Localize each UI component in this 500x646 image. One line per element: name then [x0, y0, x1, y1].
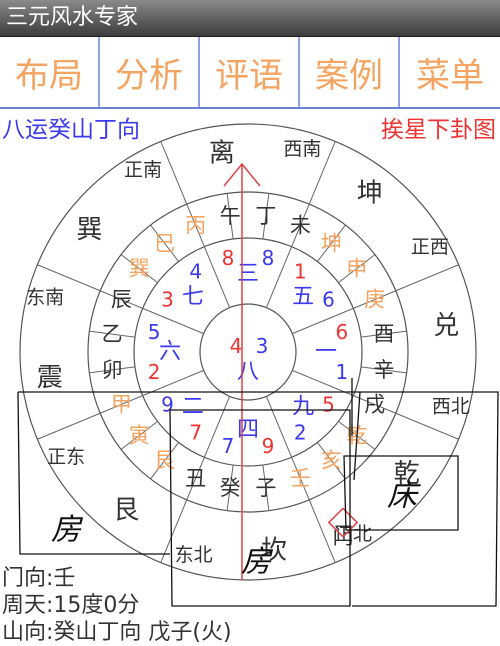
trigram-label: 震 — [37, 363, 63, 393]
direction-label: 西南 — [283, 138, 321, 160]
mountain-label: 乙 — [102, 322, 123, 346]
outer-divider — [395, 264, 459, 292]
mountain-star: 9 — [262, 434, 275, 458]
mountain-label: 戌 — [364, 392, 385, 416]
outer-divider — [160, 141, 188, 205]
trigram-label: 巽 — [76, 215, 102, 245]
outer-divider — [37, 412, 101, 440]
mountain-label: 子 — [255, 476, 276, 500]
mountain-label: 亥 — [321, 449, 342, 473]
period-mountain-info: 八运癸山丁向 — [2, 117, 140, 143]
mountain-star: 3 — [161, 288, 174, 312]
direction-label: 东北 — [175, 544, 213, 566]
palace-base-star: 五 — [292, 284, 314, 309]
tab-menu[interactable]: 菜单 — [400, 37, 500, 107]
trigram-label: 艮 — [113, 496, 139, 526]
water-star: 2 — [294, 421, 307, 445]
center-base-star: 八 — [237, 360, 259, 385]
mountain-label: 巳 — [154, 231, 175, 255]
handwriting-bed: 床 — [387, 479, 421, 514]
mountain-label: 坤 — [321, 231, 342, 255]
handwriting-room: 房 — [51, 513, 84, 548]
trigram-label: 离 — [209, 139, 235, 169]
mountain-label: 酉 — [373, 322, 394, 346]
direction-label: 正南 — [124, 159, 162, 181]
mountain-label: 午 — [220, 204, 241, 228]
mountain-label: 丑 — [185, 467, 206, 491]
tab-layout[interactable]: 布局 — [0, 37, 100, 107]
mountain-label: 辰 — [111, 288, 132, 312]
ring-2 — [87, 191, 409, 513]
palace-base-star: 四 — [237, 418, 259, 443]
direction-label: 正东 — [47, 446, 85, 468]
mountain-star: 7 — [189, 421, 202, 445]
center-mountain-star: 4 — [230, 334, 243, 358]
mountain-label: 寅 — [129, 423, 150, 447]
mountain-label: 艮 — [154, 449, 175, 473]
outer-divider — [308, 499, 336, 563]
water-star: 8 — [262, 246, 275, 270]
mountain-direction-text: 山向:癸山丁向 戊子(火) — [2, 620, 232, 645]
mountain-label: 丙 — [185, 213, 206, 237]
mountain-label: 卯 — [102, 358, 123, 382]
palace-base-star: 一 — [315, 340, 337, 365]
water-star: 4 — [189, 259, 202, 283]
mountain-star: 1 — [294, 259, 307, 283]
palace-base-star: 九 — [292, 395, 314, 420]
direction-label: 正西 — [411, 236, 449, 258]
water-star: 9 — [161, 392, 174, 416]
center-water-star: 3 — [256, 334, 269, 358]
mountain-star: 8 — [222, 246, 235, 270]
ring-0 — [199, 303, 297, 401]
handwriting-room: 房 — [241, 545, 274, 580]
tab-comments[interactable]: 评语 — [200, 37, 300, 107]
mountain-label: 壬 — [290, 467, 311, 491]
app-title: 三元风水专家 — [6, 5, 139, 30]
trigram-label: 坤 — [357, 178, 383, 208]
mountain-star: 5 — [322, 392, 335, 416]
tab-cases[interactable]: 案例 — [300, 37, 400, 107]
mountain-label: 辛 — [373, 358, 394, 382]
mountain-label: 丁 — [255, 204, 276, 228]
mountain-label: 未 — [290, 213, 311, 237]
tab-analysis[interactable]: 分析 — [100, 37, 200, 107]
chart-type-label[interactable]: 挨星下卦图 — [381, 110, 496, 144]
direction-label: 东南 — [26, 287, 64, 309]
mountain-star: 6 — [336, 320, 349, 344]
palace-base-star: 六 — [159, 340, 181, 365]
tab-bar: 布局 分析 评语 案例 菜单 — [0, 37, 500, 109]
water-star: 7 — [222, 434, 235, 458]
direction-label: 西北 — [432, 395, 470, 417]
water-star: 6 — [322, 288, 335, 312]
mountain-label: 甲 — [111, 392, 132, 416]
mountain-label: 申 — [346, 257, 367, 281]
app-titlebar: 三元风水专家 — [0, 0, 500, 37]
palace-base-star: 二 — [182, 395, 204, 420]
trigram-label: 兑 — [433, 311, 459, 341]
mountain-label: 癸 — [220, 476, 241, 500]
mountain-label: 巽 — [129, 257, 150, 281]
mountain-label: 庚 — [364, 288, 385, 312]
palace-base-star: 七 — [182, 284, 204, 309]
water-star: 1 — [336, 360, 349, 384]
palace-base-star: 三 — [237, 262, 259, 287]
